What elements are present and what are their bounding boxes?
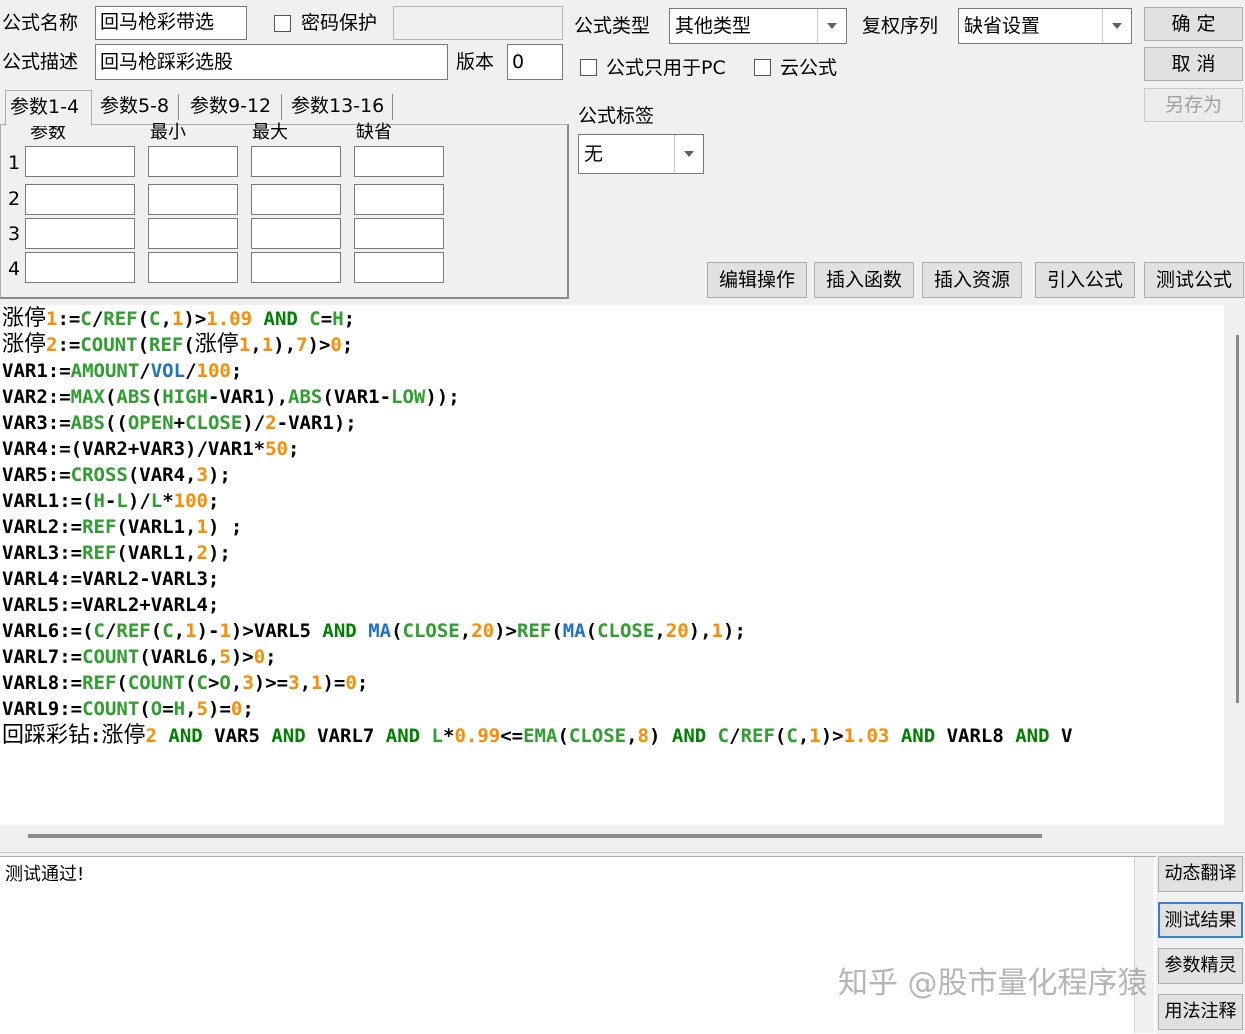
param-name-input[interactable] xyxy=(25,252,135,283)
param-min-input[interactable] xyxy=(148,218,238,249)
save-as-button[interactable]: 另存为 xyxy=(1144,88,1243,122)
editor-vertical-scrollbar[interactable] xyxy=(1224,305,1245,825)
code-line: 回踩彩钻:涨停2 AND VAR5 AND VARL7 AND L*0.99<=… xyxy=(2,723,1073,748)
tag-value: 无 xyxy=(584,143,604,165)
test-result-button[interactable]: 测试结果 xyxy=(1158,902,1243,938)
tab-params-9-12[interactable]: 参数9-12 xyxy=(186,90,278,124)
editor-horizontal-scrollbar[interactable] xyxy=(0,825,1245,853)
rights-select[interactable]: 缺省设置 xyxy=(958,8,1132,44)
param-max-input[interactable] xyxy=(251,146,341,177)
code-line: 涨停1:=C/REF(C,1)>1.09 AND C=H; xyxy=(2,306,356,331)
import-formula-button[interactable]: 引入公式 xyxy=(1035,262,1135,298)
tab-divider xyxy=(178,94,179,120)
formula-type-label: 公式类型 xyxy=(574,15,651,37)
password-checkbox[interactable] xyxy=(274,15,291,32)
param-header-max: 最大 xyxy=(252,122,288,143)
code-line: VARL3:=REF(VARL1,2); xyxy=(2,542,231,564)
scrollbar-thumb[interactable] xyxy=(28,834,1042,838)
chevron-down-icon xyxy=(674,135,703,173)
param-wizard-button[interactable]: 参数精灵 xyxy=(1158,948,1243,984)
param-min-input[interactable] xyxy=(148,184,238,215)
chevron-down-icon xyxy=(1102,9,1131,43)
cancel-button[interactable]: 取 消 xyxy=(1144,47,1243,81)
param-row-number: 1 xyxy=(8,152,21,174)
param-name-input[interactable] xyxy=(25,184,135,215)
param-default-input[interactable] xyxy=(354,184,444,215)
code-line: VAR2:=MAX(ABS(HIGH-VAR1),ABS(VAR1-LOW)); xyxy=(2,386,460,408)
param-default-input[interactable] xyxy=(354,218,444,249)
rights-value: 缺省设置 xyxy=(964,15,1041,37)
tab-params-5-8[interactable]: 参数5-8 xyxy=(96,90,176,124)
param-row-number: 3 xyxy=(8,223,21,245)
formula-desc-input[interactable]: 回马枪踩彩选股 xyxy=(95,44,448,80)
password-input[interactable] xyxy=(393,6,563,40)
password-label: 密码保护 xyxy=(301,12,378,34)
tag-label: 公式标签 xyxy=(578,105,655,127)
code-line: 涨停2:=COUNT(REF(涨停1,1),7)>0; xyxy=(2,332,354,357)
code-line: VARL8:=REF(COUNT(C>O,3)>=3,1)=0; xyxy=(2,672,369,694)
param-min-input[interactable] xyxy=(148,252,238,283)
code-line: VAR1:=AMOUNT/VOL/100; xyxy=(2,360,243,382)
tab-params-1-4[interactable]: 参数1-4 xyxy=(5,90,92,126)
param-default-input[interactable] xyxy=(354,146,444,177)
tab-params-13-16[interactable]: 参数13-16 xyxy=(287,90,391,124)
code-line: VAR3:=ABS((OPEN+CLOSE)/2-VAR1); xyxy=(2,412,357,434)
code-line: VARL1:=(H-L)/L*100; xyxy=(2,490,220,512)
param-header-default: 缺省 xyxy=(356,122,392,143)
code-line: VAR4:=(VAR2+VAR3)/VAR1*50; xyxy=(2,438,300,460)
code-line: VARL9:=COUNT(O=H,5)=0; xyxy=(2,698,254,720)
formula-name-input[interactable]: 回马枪彩带选 xyxy=(95,6,247,40)
code-line: VARL2:=REF(VARL1,1) ; xyxy=(2,516,243,538)
code-line: VARL5:=VARL2+VARL4; xyxy=(2,594,220,616)
rights-label: 复权序列 xyxy=(862,15,939,37)
param-row-number: 2 xyxy=(8,188,21,210)
cloud-checkbox[interactable] xyxy=(754,59,771,76)
param-max-input[interactable] xyxy=(251,218,341,249)
code-line: VARL4:=VARL2-VARL3; xyxy=(2,568,220,590)
watermark: 知乎 @股市量化程序猿 xyxy=(838,966,1148,1001)
output-pane: 测试通过! xyxy=(0,856,1156,1034)
param-name-input[interactable] xyxy=(25,146,135,177)
tag-select[interactable]: 无 xyxy=(578,134,704,174)
formula-type-select[interactable]: 其他类型 xyxy=(669,8,847,44)
dynamic-translate-button[interactable]: 动态翻译 xyxy=(1158,856,1243,892)
tab-divider xyxy=(392,94,393,120)
tab-divider xyxy=(281,94,282,120)
code-editor[interactable]: 涨停1:=C/REF(C,1)>1.09 AND C=H; 涨停2:=COUNT… xyxy=(0,305,1224,825)
test-formula-button[interactable]: 测试公式 xyxy=(1144,262,1244,298)
cloud-label: 云公式 xyxy=(780,57,838,79)
code-line: VARL7:=COUNT(VARL6,5)>0; xyxy=(2,646,277,668)
param-row-number: 4 xyxy=(8,258,21,280)
param-min-input[interactable] xyxy=(148,146,238,177)
param-header-min: 最小 xyxy=(150,122,186,143)
code-line: VARL6:=(C/REF(C,1)-1)>VARL5 AND MA(CLOSE… xyxy=(2,620,746,642)
output-scrollbar[interactable] xyxy=(1134,857,1154,1033)
insert-resource-button[interactable]: 插入资源 xyxy=(922,262,1022,298)
output-message: 测试通过! xyxy=(5,864,85,885)
formula-type-value: 其他类型 xyxy=(675,15,752,37)
chevron-down-icon xyxy=(817,9,846,43)
param-name-input[interactable] xyxy=(25,218,135,249)
insert-function-button[interactable]: 插入函数 xyxy=(814,262,914,298)
edit-operation-button[interactable]: 编辑操作 xyxy=(707,262,807,298)
code-line: VAR5:=CROSS(VAR4,3); xyxy=(2,464,231,486)
param-max-input[interactable] xyxy=(251,252,341,283)
pc-only-label: 公式只用于PC xyxy=(606,57,726,79)
usage-notes-button[interactable]: 用法注释 xyxy=(1158,994,1243,1030)
pc-only-checkbox[interactable] xyxy=(580,59,597,76)
scrollbar-thumb[interactable] xyxy=(1236,335,1239,703)
version-input[interactable]: 0 xyxy=(507,44,563,80)
param-default-input[interactable] xyxy=(354,252,444,283)
formula-desc-label: 公式描述 xyxy=(2,51,79,73)
version-label: 版本 xyxy=(456,51,495,73)
ok-button[interactable]: 确 定 xyxy=(1144,7,1243,41)
param-max-input[interactable] xyxy=(251,184,341,215)
formula-name-label: 公式名称 xyxy=(2,12,79,34)
